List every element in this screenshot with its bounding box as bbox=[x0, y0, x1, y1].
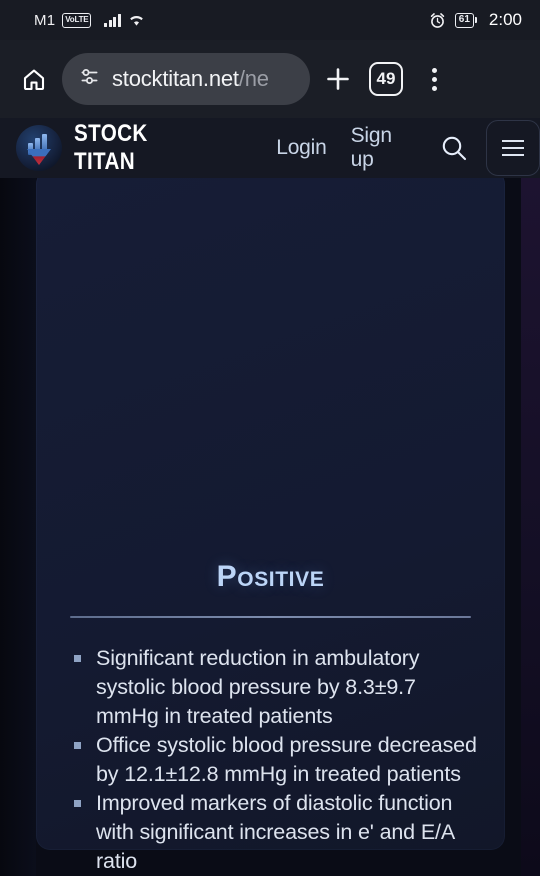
new-tab-button[interactable] bbox=[318, 59, 358, 99]
search-icon[interactable] bbox=[438, 132, 470, 164]
positive-card: Positive Significant reduction in ambula… bbox=[36, 178, 505, 873]
url-text[interactable]: stocktitan.net/ne bbox=[112, 66, 269, 92]
wifi-icon bbox=[128, 13, 145, 27]
positive-card-divider bbox=[70, 616, 471, 618]
url-path: /ne bbox=[238, 66, 269, 91]
status-bar: M1 VoLTE 61 2:00 bbox=[0, 0, 540, 40]
alarm-clock-icon bbox=[429, 12, 446, 29]
hamburger-line-3 bbox=[501, 154, 524, 156]
hamburger-menu-icon[interactable] bbox=[485, 120, 540, 176]
positive-card-title: Positive bbox=[216, 560, 325, 593]
tab-count-label: 49 bbox=[369, 62, 403, 96]
site-settings-tune-icon[interactable] bbox=[78, 65, 101, 93]
logo-chevron bbox=[27, 149, 51, 165]
list-item: Office systolic blood pressure decreased… bbox=[70, 731, 479, 789]
hamburger-line-1 bbox=[501, 140, 524, 142]
list-item: Improved markers of diastolic function w… bbox=[70, 789, 479, 876]
url-domain: stocktitan.net bbox=[112, 66, 239, 91]
battery-tip bbox=[474, 17, 477, 23]
home-icon[interactable] bbox=[14, 59, 54, 99]
positive-bullet-list: Significant reduction in ambulatory syst… bbox=[70, 644, 479, 876]
browser-toolbar: stocktitan.net/ne 49 bbox=[0, 40, 540, 118]
page-content: Positive Significant reduction in ambula… bbox=[0, 178, 540, 876]
status-bar-left: M1 VoLTE bbox=[34, 12, 145, 29]
status-bar-right: 61 2:00 bbox=[429, 10, 522, 30]
tab-count-button[interactable]: 49 bbox=[366, 59, 406, 99]
overflow-dots bbox=[431, 67, 437, 91]
signup-link[interactable]: Sign up bbox=[351, 124, 416, 172]
header-nav: Login Sign up bbox=[276, 124, 416, 172]
volte-badge: VoLTE bbox=[62, 12, 92, 28]
overflow-menu-icon[interactable] bbox=[414, 59, 454, 99]
battery-level: 61 bbox=[454, 12, 474, 28]
phone-screen: M1 VoLTE 61 2:00 stocktitan.net/ne 49 ST… bbox=[0, 0, 540, 876]
list-item: Significant reduction in ambulatory syst… bbox=[70, 644, 479, 731]
clock-label: 2:00 bbox=[488, 10, 522, 29]
login-link[interactable]: Login bbox=[276, 136, 327, 160]
stock-titan-logo-icon[interactable] bbox=[16, 125, 62, 171]
battery-indicator: 61 bbox=[454, 12, 477, 28]
site-header: STOCK TITAN Login Sign up bbox=[0, 118, 540, 178]
brand-title[interactable]: STOCK TITAN bbox=[74, 120, 210, 176]
carrier-label: M1 bbox=[34, 11, 56, 29]
hamburger-line-2 bbox=[501, 147, 524, 149]
url-bar[interactable]: stocktitan.net/ne bbox=[62, 53, 310, 105]
signal-bars-icon bbox=[104, 13, 121, 27]
